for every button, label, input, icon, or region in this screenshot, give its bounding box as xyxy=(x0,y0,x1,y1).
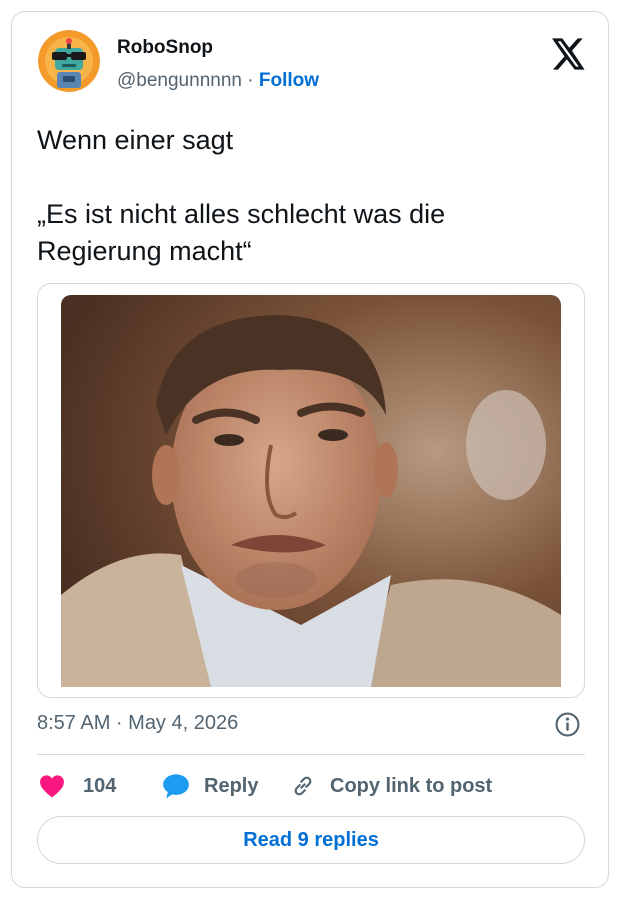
separator-dot: · xyxy=(241,70,259,91)
tweet-text: Wenn einer sagt „Es ist nicht alles schl… xyxy=(37,122,557,270)
link-icon xyxy=(294,776,312,796)
reply-label: Reply xyxy=(204,774,259,797)
author-name[interactable]: RoboSnop xyxy=(117,37,213,59)
tweet-card: RoboSnop @bengunnnnn · Follow Wenn einer… xyxy=(11,11,609,888)
reply-button[interactable]: Reply xyxy=(162,772,258,800)
tweet-line-1: Wenn einer sagt xyxy=(37,125,234,155)
read-replies-button[interactable]: Read 9 replies xyxy=(37,816,585,864)
x-logo-icon[interactable] xyxy=(552,38,586,70)
author-handle[interactable]: @bengunnnnn xyxy=(117,70,242,91)
meme-photo xyxy=(61,295,561,687)
tweet-media-image[interactable] xyxy=(37,283,585,698)
divider xyxy=(37,754,585,755)
author-handle-row: @bengunnnnn · Follow xyxy=(117,70,319,92)
avatar[interactable] xyxy=(38,30,100,92)
like-button[interactable]: 104 xyxy=(39,772,116,800)
heart-icon xyxy=(40,775,64,798)
speech-bubble-icon xyxy=(163,774,189,799)
info-icon[interactable] xyxy=(555,712,580,737)
follow-button[interactable]: Follow xyxy=(259,70,319,91)
copy-link-button[interactable]: Copy link to post xyxy=(290,772,492,800)
copy-link-label: Copy link to post xyxy=(330,774,493,797)
timestamp[interactable]: 8:57 AM · May 4, 2026 xyxy=(37,712,238,735)
like-count: 104 xyxy=(83,774,117,797)
tweet-line-2: „Es ist nicht alles schlecht was die Reg… xyxy=(37,199,446,266)
